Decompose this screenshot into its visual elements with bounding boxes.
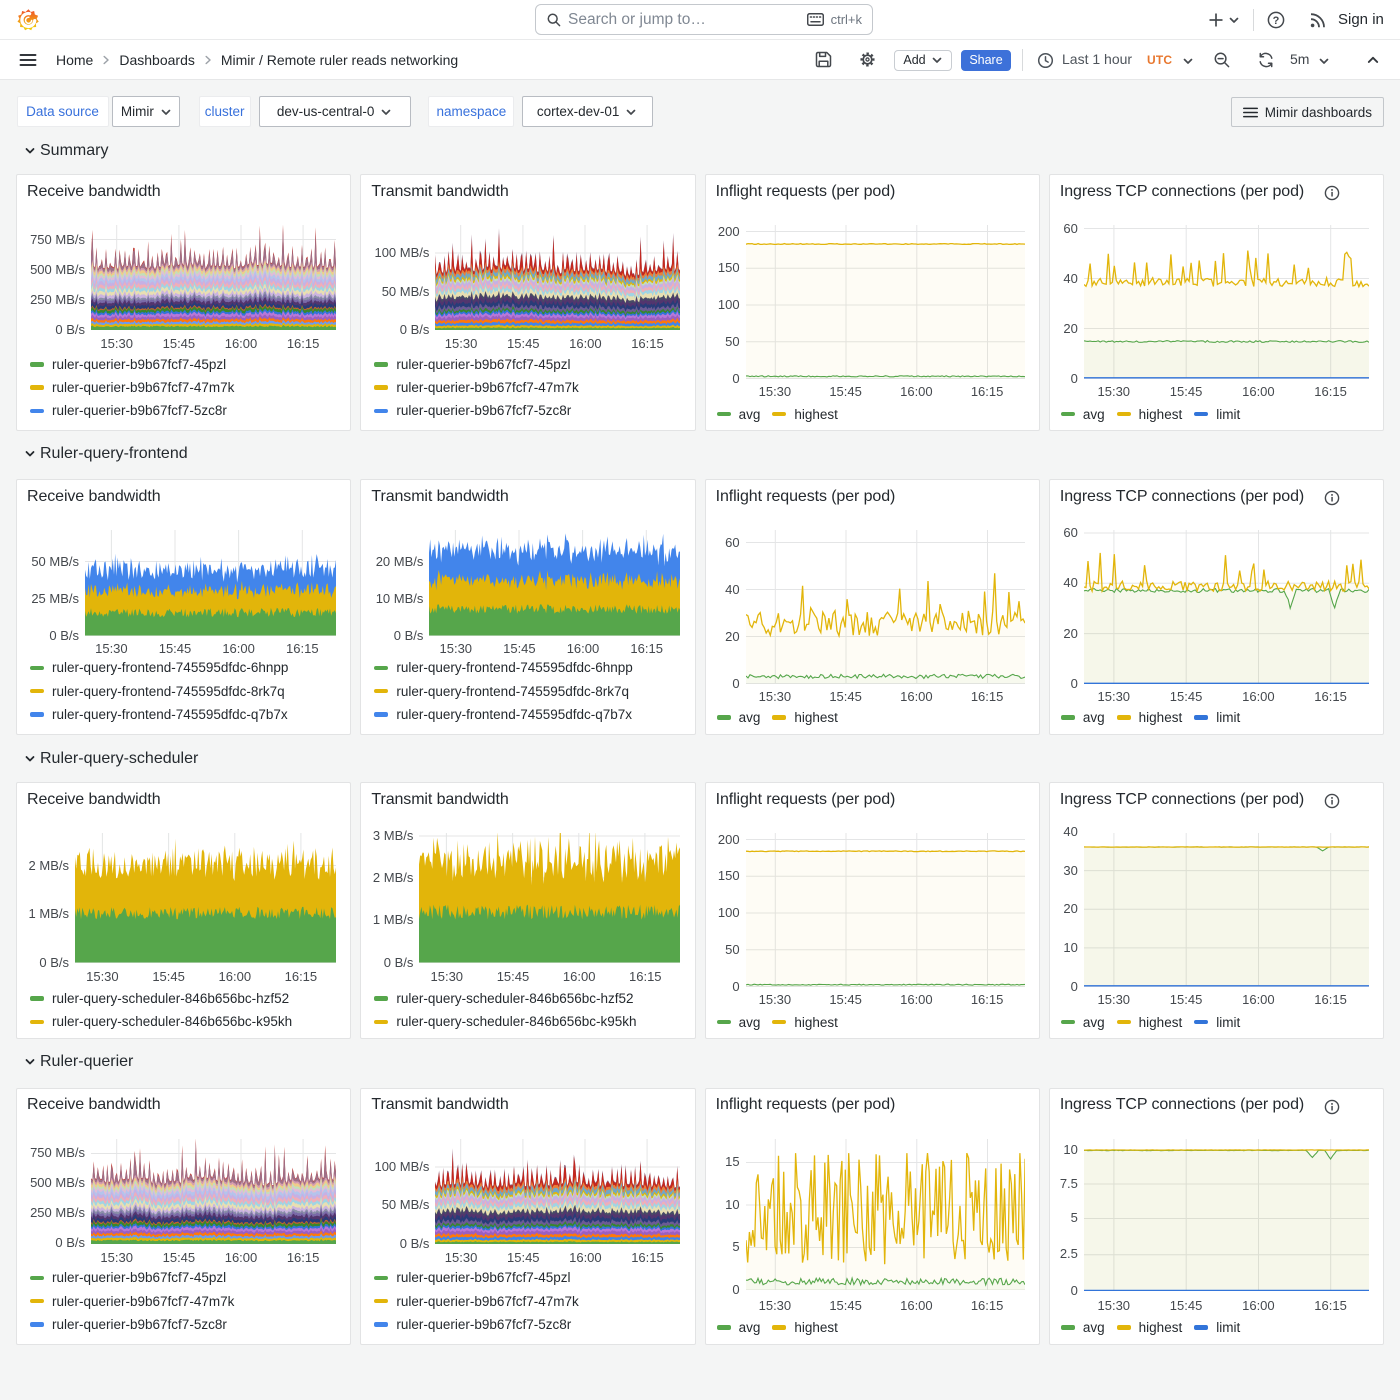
svg-text:?: ? bbox=[1273, 15, 1280, 27]
